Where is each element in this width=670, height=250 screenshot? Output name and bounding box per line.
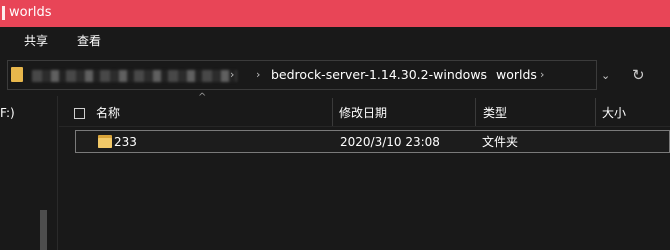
nav-item-drive[interactable]: F:) bbox=[0, 105, 15, 121]
column-header-modified[interactable]: 修改日期 bbox=[339, 105, 387, 121]
window-icon bbox=[2, 6, 5, 20]
chevron-down-icon[interactable]: ⌄ bbox=[601, 69, 610, 83]
file-list: ^ 名称 修改日期 类型 大小 233 2020/3/10 23:08 文件夹 bbox=[59, 92, 670, 250]
row-type: 文件夹 bbox=[482, 135, 519, 149]
ribbon-tabs: 共享 查看 bbox=[0, 27, 670, 56]
title-bar: worlds bbox=[0, 0, 670, 27]
refresh-icon[interactable]: ↻ bbox=[632, 66, 645, 84]
breadcrumb-separator[interactable]: › bbox=[540, 68, 544, 82]
address-row: › › bedrock-server-1.14.30.2-windows › w… bbox=[0, 56, 670, 96]
redacted-path bbox=[32, 70, 237, 82]
breadcrumb-separator[interactable]: › bbox=[230, 68, 234, 82]
breadcrumb-bedrock-server[interactable]: bedrock-server-1.14.30.2-windows bbox=[271, 67, 487, 83]
header-divider bbox=[59, 126, 670, 127]
breadcrumb-separator[interactable]: › bbox=[256, 68, 260, 82]
navigation-pane: F:) bbox=[0, 96, 58, 250]
column-header-size[interactable]: 大小 bbox=[602, 105, 626, 121]
row-name: 233 bbox=[114, 135, 137, 149]
row-modified: 2020/3/10 23:08 bbox=[340, 135, 440, 149]
address-bar[interactable]: › › bedrock-server-1.14.30.2-windows › w… bbox=[7, 60, 597, 90]
column-divider[interactable] bbox=[595, 98, 596, 126]
breadcrumb-separator[interactable]: › bbox=[480, 68, 484, 82]
sort-up-icon: ^ bbox=[198, 92, 207, 103]
select-all-checkbox[interactable] bbox=[74, 108, 85, 119]
column-divider[interactable] bbox=[475, 98, 476, 126]
column-header-name[interactable]: 名称 bbox=[96, 105, 120, 121]
breadcrumb-worlds[interactable]: worlds bbox=[496, 67, 537, 83]
tab-share[interactable]: 共享 bbox=[24, 33, 48, 49]
folder-icon bbox=[11, 67, 23, 82]
tab-view[interactable]: 查看 bbox=[77, 33, 101, 49]
nav-scrollbar[interactable] bbox=[40, 210, 47, 250]
column-divider[interactable] bbox=[332, 98, 333, 126]
column-header-type[interactable]: 类型 bbox=[483, 105, 507, 121]
table-row[interactable]: 233 2020/3/10 23:08 文件夹 bbox=[75, 130, 670, 153]
window-title: worlds bbox=[9, 5, 52, 20]
folder-icon bbox=[98, 135, 112, 148]
